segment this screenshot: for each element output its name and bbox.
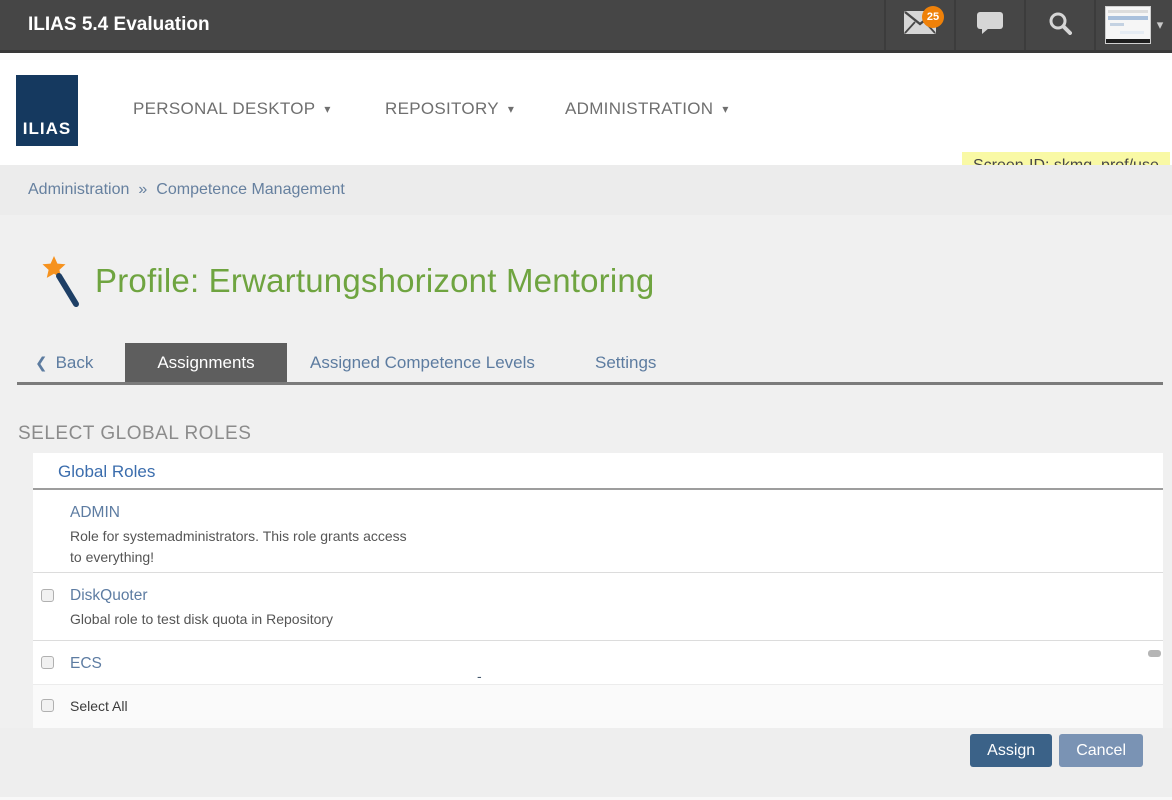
table-row-ecs: ECS - (33, 641, 1163, 685)
table-row-admin: ADMIN Role for systemadministrators. Thi… (33, 490, 1163, 573)
chevron-left-icon: ❮ (35, 354, 48, 372)
chevron-down-icon: ▾ (324, 102, 330, 116)
role-description: Role for systemadministrators. This role… (70, 526, 415, 568)
magic-wand-icon (40, 256, 86, 315)
table-row-diskquoter: DiskQuoter Global role to test disk quot… (33, 573, 1163, 641)
select-all-label: Select All (70, 698, 128, 714)
search-button[interactable] (1024, 0, 1094, 50)
role-checkbox-ecs[interactable] (41, 656, 54, 669)
chevron-down-icon: ▾ (722, 102, 728, 116)
ilias-logo[interactable]: ILIAS (16, 75, 78, 146)
top-bar: ILIAS 5.4 Evaluation 25 (0, 0, 1172, 53)
breadcrumb-administration[interactable]: Administration (28, 181, 129, 199)
search-icon (1048, 11, 1072, 40)
role-value-dash: - (477, 668, 482, 684)
nav-personal-desktop[interactable]: PERSONAL DESKTOP ▾ (133, 53, 331, 165)
chevron-down-icon: ▾ (508, 102, 514, 116)
chat-button[interactable] (954, 0, 1024, 50)
form-heading: SELECT GLOBAL ROLES (18, 423, 251, 445)
chat-icon (976, 11, 1004, 40)
role-checkbox-diskquoter[interactable] (41, 589, 54, 602)
select-all-checkbox[interactable] (41, 699, 54, 712)
nav-label: ADMINISTRATION (565, 99, 713, 119)
app-title: ILIAS 5.4 Evaluation (28, 0, 210, 50)
breadcrumb-competence-management[interactable]: Competence Management (156, 181, 345, 199)
tab-assigned-competence-levels[interactable]: Assigned Competence Levels (310, 343, 535, 382)
nav-label: PERSONAL DESKTOP (133, 99, 315, 119)
user-menu-button[interactable]: ▾ (1094, 0, 1172, 50)
role-link-diskquoter[interactable]: DiskQuoter (70, 586, 148, 605)
column-header-global-roles[interactable]: Global Roles (58, 462, 155, 482)
mail-button[interactable]: 25 (884, 0, 954, 50)
tab-assignments[interactable]: Assignments (125, 343, 287, 382)
breadcrumb: Administration » Competence Management (0, 165, 1172, 215)
breadcrumb-separator: » (138, 181, 147, 199)
tab-underline (17, 382, 1163, 385)
logo-text: ILIAS (23, 119, 71, 139)
nav-repository[interactable]: REPOSITORY ▾ (385, 53, 514, 165)
avatar (1105, 6, 1151, 44)
nav-label: REPOSITORY (385, 99, 499, 119)
form-footer: Assign Cancel (0, 728, 1172, 797)
top-bar-actions: 25 (884, 0, 1172, 50)
footer-buttons: Assign Cancel (970, 734, 1143, 767)
role-link-ecs[interactable]: ECS (70, 654, 102, 673)
chevron-down-icon: ▾ (1157, 17, 1164, 33)
cancel-button[interactable]: Cancel (1059, 734, 1143, 767)
role-description: Global role to test disk quota in Reposi… (70, 609, 415, 630)
global-roles-table: Global Roles ADMIN Role for systemadmini… (33, 453, 1163, 728)
tab-settings[interactable]: Settings (595, 343, 656, 382)
page-title: Profile: Erwartungshorizont Mentoring (95, 262, 655, 300)
table-row-select-all: Select All (33, 685, 1163, 728)
assign-button[interactable]: Assign (970, 734, 1052, 767)
page: ILIAS 5.4 Evaluation 25 (0, 0, 1172, 800)
tab-back-label: Back (56, 353, 94, 373)
role-link-admin[interactable]: ADMIN (70, 503, 120, 522)
scrollbar-thumb[interactable] (1148, 650, 1161, 657)
main-header: ILIAS PERSONAL DESKTOP ▾ REPOSITORY ▾ AD… (0, 53, 1172, 165)
mail-count-badge: 25 (922, 6, 944, 28)
tab-back[interactable]: ❮ Back (35, 343, 93, 382)
table-header-row: Global Roles (33, 453, 1163, 490)
nav-administration[interactable]: ADMINISTRATION ▾ (565, 53, 729, 165)
